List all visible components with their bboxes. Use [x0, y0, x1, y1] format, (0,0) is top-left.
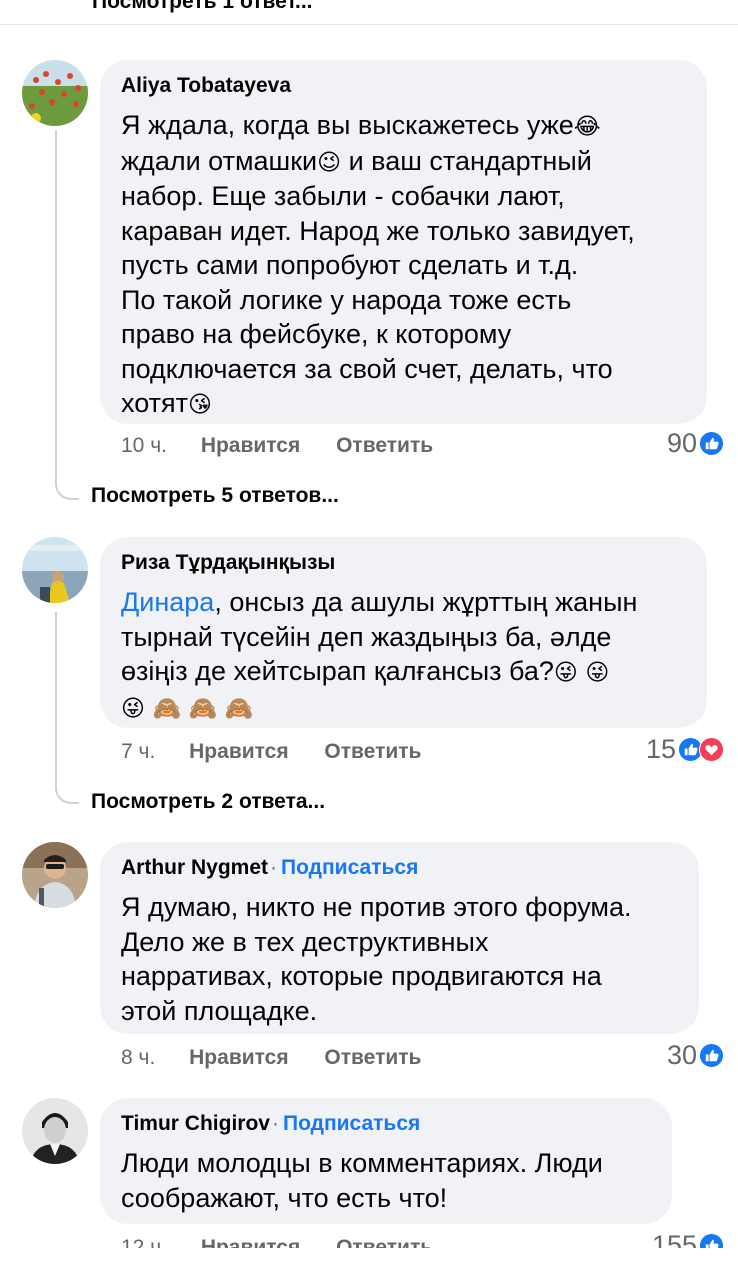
author-name[interactable]: Timur Chigirov	[121, 1112, 270, 1135]
comment-bubble: Timur Chigirov· Подписаться Люди молодцы …	[100, 1098, 672, 1224]
view-replies-partial[interactable]: Посмотреть 1 ответ...	[92, 0, 313, 14]
reply-button[interactable]: Ответить	[336, 434, 433, 457]
thread-curve	[55, 478, 79, 500]
thread-line	[55, 612, 57, 790]
comment-author: Arthur Nygmet· Подписаться	[121, 856, 418, 880]
comment-author[interactable]: Aliya Tobatayeva	[121, 74, 291, 98]
comment-time[interactable]: 10 ч.	[121, 434, 167, 457]
emoji: 🙈	[224, 694, 254, 721]
follow-button[interactable]: Подписаться	[281, 856, 418, 879]
reply-button[interactable]: Ответить	[324, 1046, 421, 1069]
like-button[interactable]: Нравится	[201, 434, 300, 457]
emoji: 🙈	[152, 694, 182, 721]
avatar[interactable]	[22, 60, 88, 126]
reaction-count: 30	[666, 1040, 697, 1070]
comment-text: Я ждала, когда вы выскажетесь уже😂 ждали…	[121, 110, 635, 418]
comment-bubble: Arthur Nygmet· Подписаться Я думаю, никто…	[100, 842, 699, 1034]
reactions[interactable]: 15	[646, 734, 724, 765]
separator-dot: ·	[270, 856, 278, 879]
avatar[interactable]	[22, 1098, 88, 1164]
comment-actions: 10 ч. Нравится Ответить	[121, 434, 463, 458]
emoji: 😂	[573, 113, 601, 139]
reactions[interactable]: 90	[667, 428, 724, 459]
comment-bubble: Aliya Tobatayeva Я ждала, когда вы выска…	[100, 60, 707, 424]
avatar[interactable]	[22, 537, 88, 603]
comment-bubble: Риза Тұрдақынқызы Динара, онсыз да ашулы…	[100, 537, 707, 728]
avatar[interactable]	[22, 842, 88, 908]
emoji: 🙈	[188, 694, 218, 721]
emoji: 😜	[553, 659, 578, 685]
separator-dot: ·	[271, 1112, 279, 1135]
emoji: 😜	[121, 694, 145, 721]
author-name[interactable]: Arthur Nygmet	[121, 856, 268, 879]
thread-curve	[55, 782, 79, 804]
view-replies-link[interactable]: Посмотреть 5 ответов...	[91, 484, 339, 508]
comment-author: Timur Chigirov· Подписаться	[121, 1112, 420, 1136]
like-button[interactable]: Нравится	[189, 740, 288, 763]
comment-time[interactable]: 7 ч.	[121, 740, 155, 763]
bottom-edge	[0, 1248, 738, 1259]
comment-text: Я думаю, никто не против этого форума. Д…	[121, 892, 632, 1026]
comment-text: Динара, онсыз да ашулы жұрттың жанын тыр…	[121, 587, 638, 721]
reaction-count: 15	[645, 734, 676, 764]
emoji: 😜	[585, 659, 610, 685]
comment-actions: 7 ч. Нравится Ответить	[121, 740, 451, 764]
comment-author[interactable]: Риза Тұрдақынқызы	[121, 551, 335, 575]
comment-time[interactable]: 8 ч.	[121, 1046, 155, 1069]
top-bar: Посмотреть 1 ответ...	[0, 0, 738, 25]
thread-line	[55, 130, 57, 485]
love-icon	[699, 737, 724, 762]
comment-actions: 8 ч. Нравится Ответить	[121, 1046, 451, 1070]
emoji: 😉	[317, 148, 342, 175]
comment-text: Люди молодцы в комментариях. Люди сообра…	[121, 1148, 603, 1213]
reply-button[interactable]: Ответить	[324, 740, 421, 763]
reactions[interactable]: 30	[667, 1040, 724, 1071]
mention-link[interactable]: Динара	[121, 587, 214, 617]
like-icon	[699, 1043, 724, 1068]
view-replies-link[interactable]: Посмотреть 2 ответа...	[91, 790, 325, 814]
like-icon	[699, 431, 724, 456]
follow-button[interactable]: Подписаться	[283, 1112, 420, 1135]
reaction-count: 90	[666, 428, 697, 458]
like-button[interactable]: Нравится	[189, 1046, 288, 1069]
emoji: 😘	[187, 391, 212, 417]
